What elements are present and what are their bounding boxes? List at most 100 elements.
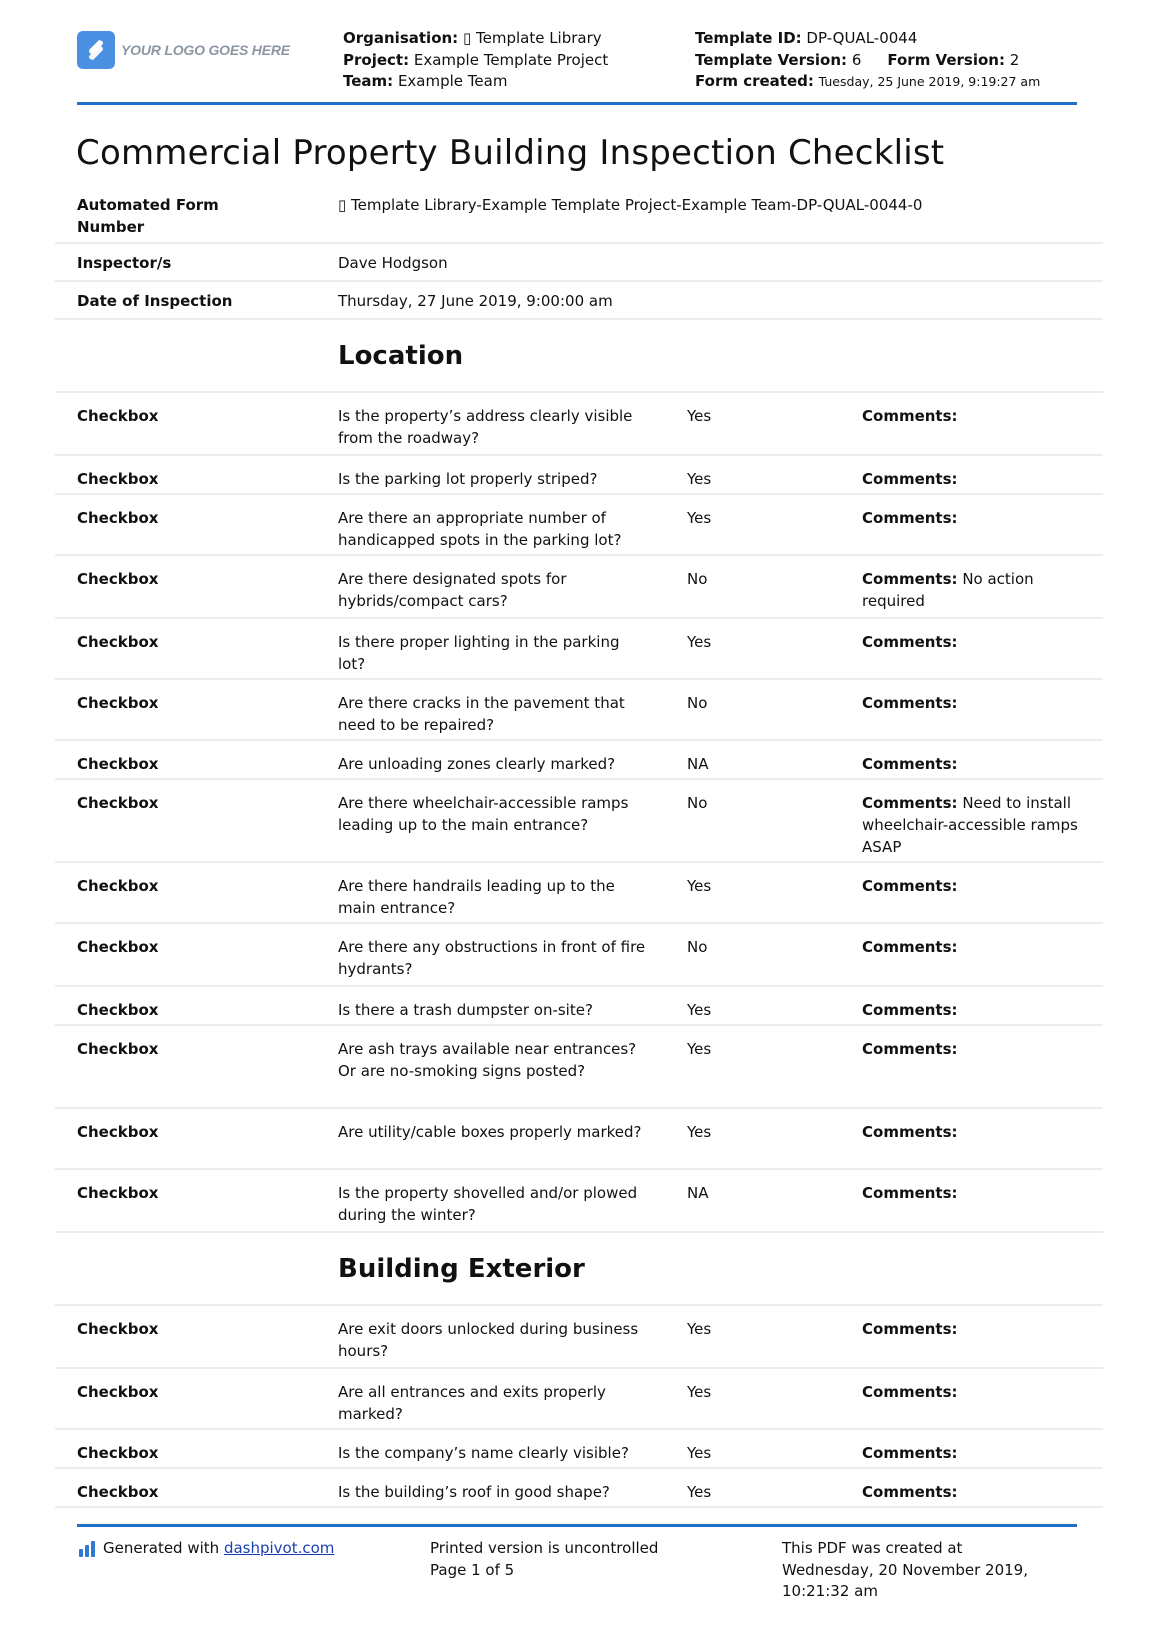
info-row-inspector: Inspector/s Dave Hodgson (55, 244, 1103, 282)
item-type: Checkbox (77, 877, 159, 895)
item-question: Is there a trash dumpster on-site? (338, 1001, 593, 1019)
item-comments: Comments: No action required (862, 568, 1082, 612)
template-id-label: Template ID: (695, 29, 802, 47)
checklist-row: Checkbox Is there proper lighting in the … (55, 619, 1103, 680)
item-comments: Comments: (862, 507, 1082, 529)
info-label: Automated Form Number (77, 196, 219, 236)
item-question: Is the building’s roof in good shape? (338, 1483, 610, 1501)
item-comments: Comments: (862, 1481, 1082, 1503)
info-value: Dave Hodgson (338, 254, 448, 272)
header-template-info: Template ID: DP-QUAL-0044 Template Versi… (695, 28, 1040, 93)
checklist-row: Checkbox Are there handrails leading up t… (55, 863, 1103, 924)
item-type: Checkbox (77, 794, 159, 812)
item-question: Are there an appropriate number of handi… (338, 509, 622, 549)
page-title: Commercial Property Building Inspection … (76, 133, 945, 173)
footer-divider (77, 1524, 1077, 1527)
item-type: Checkbox (77, 1123, 159, 1141)
item-question: Are all entrances and exits properly mar… (338, 1383, 606, 1423)
item-answer: No (687, 794, 708, 812)
info-label: Date of Inspection (77, 292, 233, 310)
comments-label: Comments: (862, 1040, 958, 1058)
item-type: Checkbox (77, 938, 159, 956)
item-question: Are ash trays available near entrances? … (338, 1040, 637, 1080)
item-comments: Comments: (862, 875, 1082, 897)
item-answer: No (687, 694, 708, 712)
item-question: Is the company’s name clearly visible? (338, 1444, 629, 1462)
checklist-row: Checkbox Are utility/cable boxes properly… (55, 1109, 1103, 1170)
item-comments: Comments: Need to install wheelchair-acc… (862, 792, 1082, 858)
item-answer: Yes (687, 1123, 712, 1141)
comments-label: Comments: (862, 570, 958, 588)
info-row-date: Date of Inspection Thursday, 27 June 201… (55, 282, 1103, 320)
item-question: Is there proper lighting in the parking … (338, 633, 620, 673)
comments-label: Comments: (862, 509, 958, 527)
section-header: Location (55, 320, 1103, 393)
item-type: Checkbox (77, 1320, 159, 1338)
comments-label: Comments: (862, 1444, 958, 1462)
item-comments: Comments: (862, 405, 1082, 427)
form-version-value: 2 (1009, 50, 1020, 69)
item-type: Checkbox (77, 1184, 159, 1202)
item-comments: Comments: (862, 1182, 1082, 1204)
item-type: Checkbox (77, 694, 159, 712)
item-answer: Yes (687, 877, 712, 895)
item-comments: Comments: (862, 1038, 1082, 1060)
checklist-row: Checkbox Are there wheelchair-accessible … (55, 780, 1103, 863)
header-divider (77, 102, 1077, 105)
footer-pdf-created: This PDF was created at Wednesday, 20 No… (782, 1538, 1028, 1603)
checklist-row: Checkbox Is the company’s name clearly vi… (55, 1430, 1103, 1469)
item-comments: Comments: (862, 999, 1082, 1021)
item-question: Are there any obstructions in front of f… (338, 938, 646, 978)
dashpivot-link[interactable]: dashpivot.com (224, 1539, 334, 1557)
item-answer: Yes (687, 1444, 712, 1462)
generated-prefix: Generated with (103, 1539, 220, 1557)
comments-label: Comments: (862, 877, 958, 895)
checklist-row: Checkbox Are ash trays available near ent… (55, 1026, 1103, 1109)
item-question: Are there designated spots for hybrids/c… (338, 570, 567, 610)
dashpivot-logo-icon (79, 1541, 95, 1557)
item-answer: Yes (687, 1320, 712, 1338)
item-answer: Yes (687, 633, 712, 651)
version-line: Template Version: 6 Form Version: 2 (695, 50, 1040, 72)
comments-label: Comments: (862, 470, 958, 488)
item-answer: Yes (687, 1001, 712, 1019)
checklist-row: Checkbox Are there any obstructions in fr… (55, 924, 1103, 987)
form-created-label: Form created: (695, 72, 814, 90)
checklist-row: Checkbox Is there a trash dumpster on-sit… (55, 987, 1103, 1026)
page: YOUR LOGO GOES HERE Organisation: ▯ Temp… (0, 0, 1152, 1631)
section-header: Building Exterior (55, 1233, 1103, 1306)
section-title: Building Exterior (338, 1254, 585, 1284)
comments-label: Comments: (862, 407, 958, 425)
pdf-created-label: This PDF was created at (782, 1539, 963, 1557)
comments-label: Comments: (862, 1001, 958, 1019)
item-type: Checkbox (77, 1001, 159, 1019)
item-question: Are unloading zones clearly marked? (338, 755, 616, 773)
logo: YOUR LOGO GOES HERE (77, 31, 290, 69)
organisation-value: ▯ Template Library (462, 29, 602, 47)
form-version-label: Form Version: (887, 50, 1005, 69)
template-id-line: Template ID: DP-QUAL-0044 (695, 28, 1040, 50)
item-type: Checkbox (77, 633, 159, 651)
uncontrolled-notice: Printed version is uncontrolled (430, 1539, 659, 1557)
comments-label: Comments: (862, 694, 958, 712)
form-created-line: Form created: Tuesday, 25 June 2019, 9:1… (695, 71, 1040, 93)
item-type: Checkbox (77, 1483, 159, 1501)
checklist-row: Checkbox Are there cracks in the pavement… (55, 680, 1103, 741)
header-org-info: Organisation: ▯ Template Library Project… (343, 28, 608, 93)
info-row-form-number: Automated Form Number ▯ Template Library… (55, 190, 1103, 244)
item-comments: Comments: (862, 1318, 1082, 1340)
item-comments: Comments: (862, 631, 1082, 653)
comments-label: Comments: (862, 755, 958, 773)
project-label: Project: (343, 50, 410, 69)
checklist-row: Checkbox Is the property’s address clearl… (55, 393, 1103, 456)
item-comments: Comments: (862, 1121, 1082, 1143)
item-type: Checkbox (77, 470, 159, 488)
item-comments: Comments: (862, 1381, 1082, 1403)
item-type: Checkbox (77, 570, 159, 588)
team-value: Example Team (397, 72, 508, 90)
item-comments: Comments: (862, 936, 1082, 958)
info-value: Thursday, 27 June 2019, 9:00:00 am (338, 292, 613, 310)
item-type: Checkbox (77, 1383, 159, 1401)
item-question: Are utility/cable boxes properly marked? (338, 1123, 642, 1141)
checklist-row: Checkbox Are exit doors unlocked during b… (55, 1306, 1103, 1369)
